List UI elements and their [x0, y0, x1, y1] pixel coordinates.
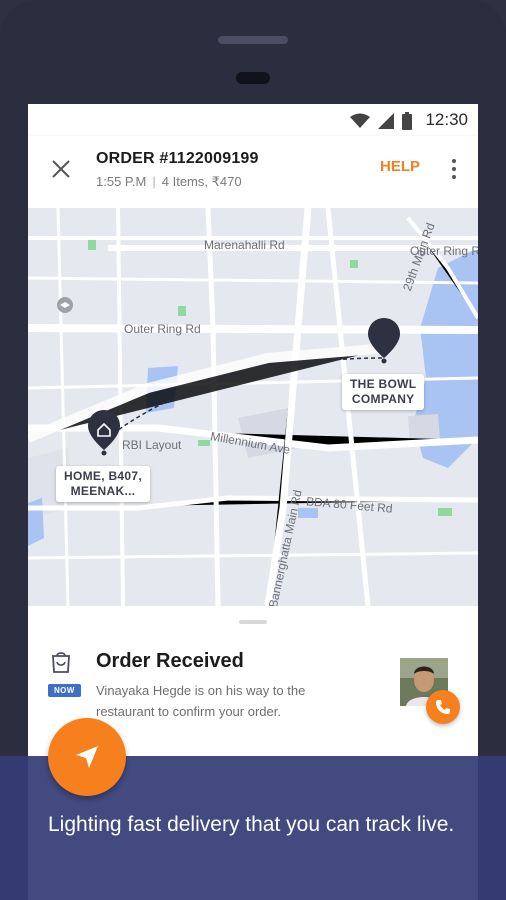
home-pin-icon[interactable]: [88, 410, 120, 456]
status-time: 12:30: [425, 110, 468, 129]
status-description: Vinayaka Hegde is on his way to the rest…: [96, 683, 306, 719]
call-button[interactable]: [426, 690, 460, 724]
sheet-drag-handle[interactable]: [239, 620, 267, 624]
signal-icon: [378, 113, 394, 129]
road-label: Marenahalli Rd: [204, 238, 285, 252]
road-label: RBI Layout: [122, 438, 182, 452]
restaurant-label: THE BOWL COMPANY: [342, 374, 425, 410]
navigation-button[interactable]: [48, 718, 126, 796]
close-icon: [52, 160, 70, 178]
shopping-bag-icon: [52, 652, 70, 673]
order-app-bar: ORDER #1122009199 1:55 P.M | 4 Items, ₹4…: [28, 136, 478, 208]
phone-speaker: [218, 36, 288, 44]
help-button[interactable]: HELP: [380, 158, 420, 175]
order-time: 1:55 P.M: [96, 174, 147, 189]
order-separator: |: [152, 174, 156, 189]
order-number: ORDER #1122009199: [96, 150, 259, 167]
wifi-icon: [350, 113, 370, 128]
home-label: HOME, B407, MEENAK...: [56, 466, 150, 502]
status-bar: 12:30: [28, 104, 478, 136]
phone-icon: [436, 700, 450, 714]
status-badge: NOW: [48, 684, 81, 697]
status-icons: [350, 112, 412, 130]
close-button[interactable]: [46, 154, 76, 184]
navigation-arrow-icon: [76, 746, 98, 768]
delivery-map[interactable]: Marenahalli Rd Outer Ring Rd Outer Ring …: [28, 208, 478, 606]
order-subtitle: 1:55 P.M | 4 Items, ₹470: [96, 174, 242, 190]
order-summary: 4 Items, ₹470: [161, 174, 242, 189]
more-options-button[interactable]: [444, 154, 464, 184]
road-label: Outer Ring Rd: [124, 322, 201, 336]
status-title: Order Received: [96, 650, 244, 672]
battery-icon: [402, 112, 412, 130]
restaurant-pin-icon[interactable]: [368, 318, 400, 364]
promo-headline: Lighting fast delivery that you can trac…: [48, 813, 455, 836]
phone-camera: [236, 72, 270, 84]
